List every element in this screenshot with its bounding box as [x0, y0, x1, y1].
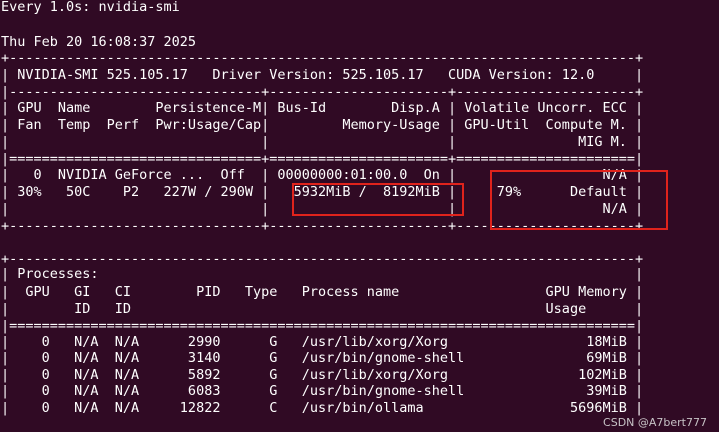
column-header-row: | Fan Temp Perf Pwr:Usage/Cap| Memory-Us… — [1, 117, 644, 133]
gpu-row: | 0 NVIDIA GeForce ... Off | 00000000:01… — [1, 167, 644, 183]
processes-title: | Processes: | — [1, 266, 644, 282]
process-header-row: | GPU GI CI PID Type Process name GPU Me… — [1, 284, 644, 300]
column-header-row: | GPU Name Persistence-M| Bus-Id Disp.A … — [1, 100, 644, 116]
process-row: | 0 N/A N/A 12822 C /usr/bin/ollama 5696… — [1, 400, 644, 416]
watch-header: Every 1.0s: nvidia-smi — [1, 0, 180, 15]
version-row: | NVIDIA-SMI 525.105.17 Driver Version: … — [1, 67, 644, 83]
table-line: |-------------------------------+-------… — [1, 84, 644, 100]
process-row: | 0 N/A N/A 3140 G /usr/bin/gnome-shell … — [1, 350, 644, 366]
column-header-row: | | | MIG M. | — [1, 134, 644, 150]
process-row: | 0 N/A N/A 6083 G /usr/bin/gnome-shell … — [1, 383, 644, 399]
table-line: +-------------------------------+-------… — [1, 218, 644, 234]
process-row: | 0 N/A N/A 2990 G /usr/lib/xorg/Xorg 18… — [1, 334, 644, 350]
terminal-window[interactable]: Every 1.0s: nvidia-smi Thu Feb 20 16:08:… — [0, 0, 719, 432]
table-line: |=======================================… — [1, 318, 644, 334]
gpu-row: | | | N/A | — [1, 201, 644, 217]
table-line: |===============================+=======… — [1, 151, 644, 167]
table-line: +---------------------------------------… — [1, 50, 644, 66]
watermark: CSDN @A7bert777 — [603, 416, 707, 429]
timestamp: Thu Feb 20 16:08:37 2025 — [1, 34, 197, 50]
process-header-row: | ID ID Usage | — [1, 301, 644, 317]
gpu-row: | 30% 50C P2 227W / 290W | 5932MiB / 819… — [1, 184, 644, 200]
process-row: | 0 N/A N/A 5892 G /usr/lib/xorg/Xorg 10… — [1, 367, 644, 383]
